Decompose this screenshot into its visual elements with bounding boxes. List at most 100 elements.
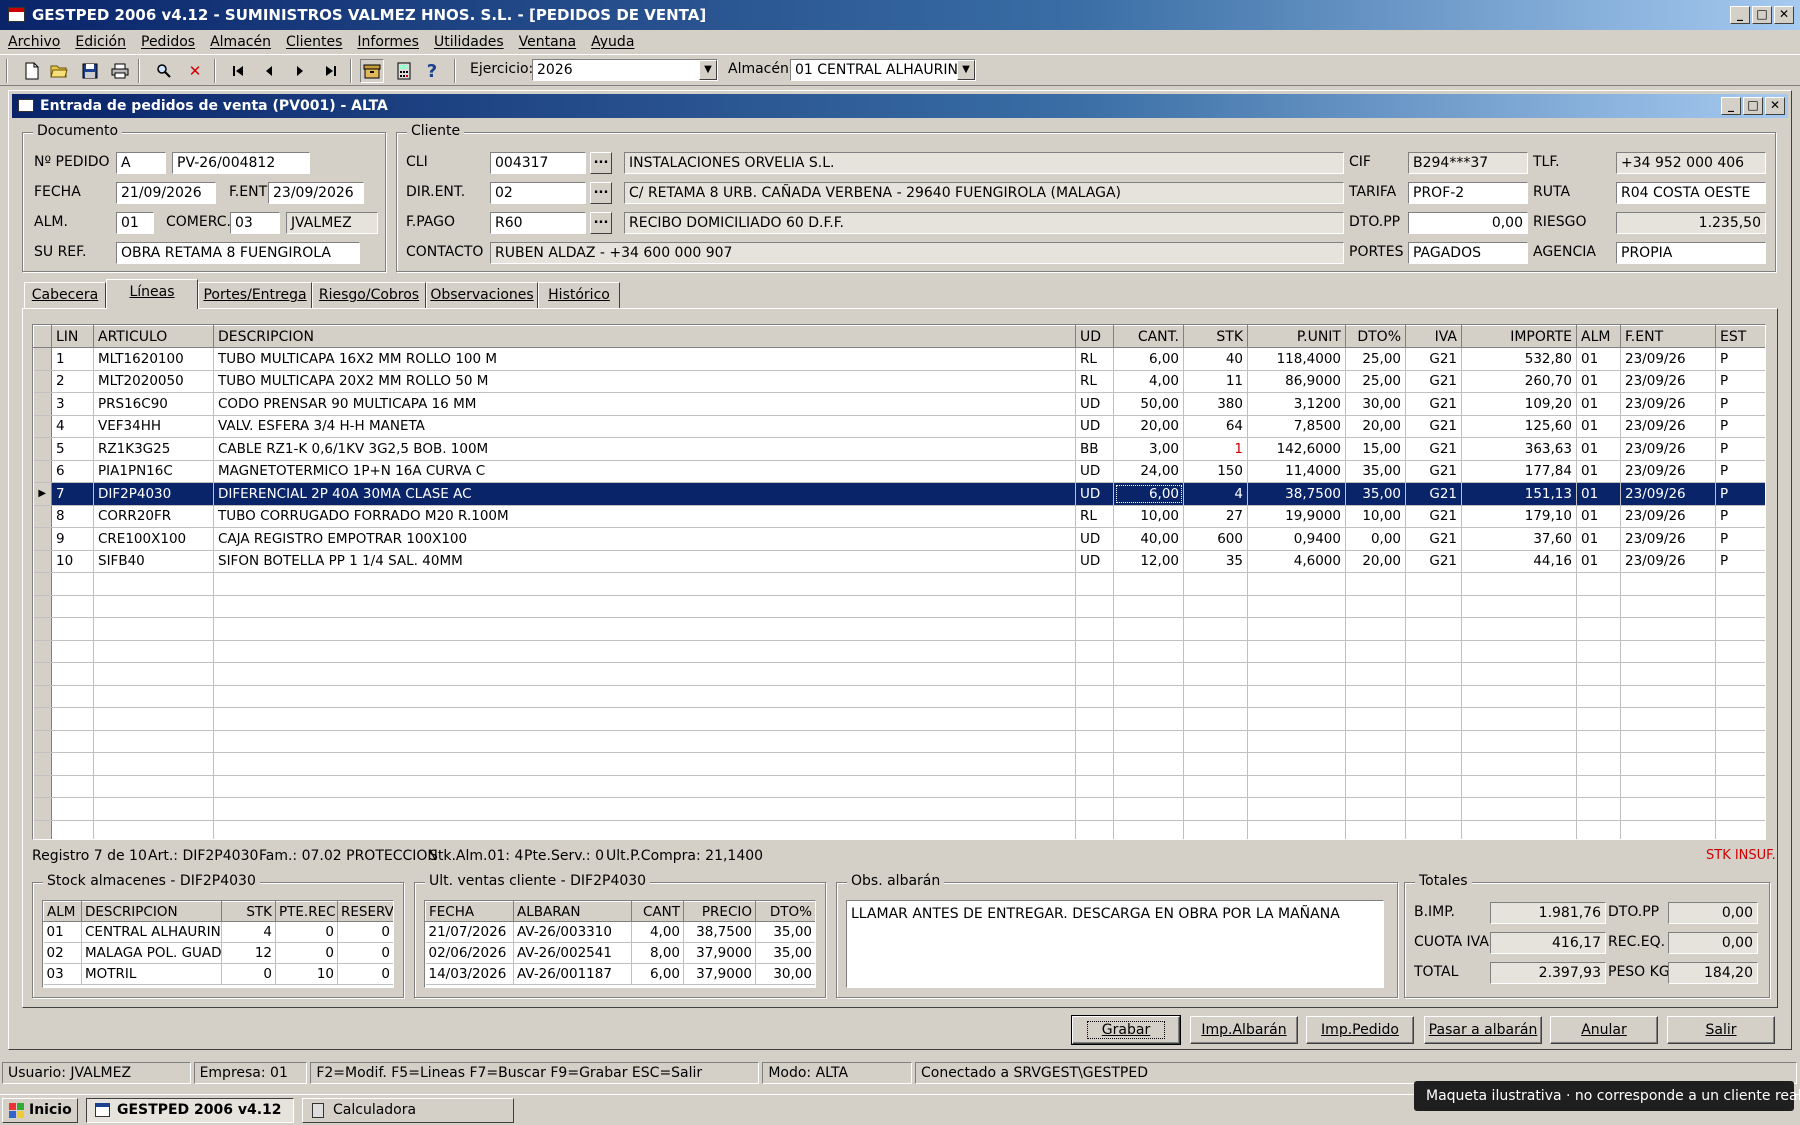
cell-est[interactable]: P [1715, 482, 1765, 506]
cell-iva[interactable]: G21 [1405, 550, 1462, 573]
cell-cant[interactable] [1113, 617, 1184, 641]
cell-importe[interactable] [1461, 775, 1577, 798]
cell-fent[interactable]: 23/09/26 [1620, 392, 1716, 416]
cell-punit[interactable]: 11,4000 [1247, 460, 1346, 483]
cell-articulo[interactable] [93, 595, 214, 618]
cell-descripcion[interactable] [213, 820, 1076, 839]
cell-alm[interactable]: 01 [1576, 550, 1621, 573]
table-row[interactable]: 4 VEF34HH VALV. ESFERA 3/4 H-H MANETA UD 20,… [33, 415, 1765, 438]
cell-alm[interactable]: 01 [1576, 437, 1621, 461]
cell-importe[interactable] [1461, 640, 1577, 663]
cell-dto[interactable]: 30,00 [1345, 392, 1406, 416]
table-row[interactable] [33, 820, 1765, 839]
cell-est[interactable] [1715, 685, 1765, 708]
tab-observaciones[interactable]: Observaciones [426, 282, 538, 308]
cell-fent[interactable]: 23/09/26 [1620, 415, 1716, 438]
cell-dto[interactable]: 0,00 [1345, 527, 1406, 551]
cell-importe[interactable] [1461, 662, 1577, 686]
cell-lin[interactable] [51, 820, 94, 839]
table-row[interactable]: 9 CRE100X100 CAJA REGISTRO EMPOTRAR 100X10… [33, 527, 1765, 551]
cell-importe[interactable]: 109,20 [1461, 392, 1577, 416]
cell-cant[interactable] [1113, 595, 1184, 618]
cell-articulo[interactable]: CORR20FR [93, 505, 214, 528]
cell-ud[interactable]: UD [1075, 527, 1114, 551]
cell-iva[interactable]: G21 [1405, 505, 1462, 528]
cli-field[interactable]: 004317 [490, 152, 586, 174]
header-iva[interactable]: IVA [1405, 325, 1462, 348]
cell-punit[interactable] [1247, 595, 1346, 618]
cell-est[interactable]: P [1715, 392, 1765, 416]
cell-articulo[interactable]: RZ1K3G25 [93, 437, 214, 461]
print-icon[interactable] [108, 59, 132, 83]
cell-descripcion[interactable] [213, 640, 1076, 663]
cell-punit[interactable] [1247, 707, 1346, 731]
cell-alm[interactable] [1576, 730, 1621, 753]
menu-pedidos[interactable]: Pedidos [141, 34, 195, 50]
cell-lin[interactable]: 4 [51, 415, 94, 438]
cell-est[interactable]: P [1715, 527, 1765, 551]
salir-button[interactable]: Salir [1667, 1016, 1775, 1044]
cell-punit[interactable] [1247, 572, 1346, 596]
cell-est[interactable] [1715, 820, 1765, 839]
cli-lookup-button[interactable]: ... [590, 152, 612, 174]
cell-ud[interactable]: UD [1075, 460, 1114, 483]
cell-cant[interactable] [1113, 820, 1184, 839]
cell-importe[interactable]: 179,10 [1461, 505, 1577, 528]
dirent-lookup-button[interactable]: ... [590, 182, 612, 204]
header-alm[interactable]: ALM [1576, 325, 1621, 348]
menu-edicion[interactable]: Edición [75, 34, 126, 50]
cell-descripcion[interactable] [213, 617, 1076, 641]
cell-articulo[interactable]: PRS16C90 [93, 392, 214, 416]
cell-alm[interactable]: 01 [1576, 347, 1621, 371]
cell-importe[interactable]: 44,16 [1461, 550, 1577, 573]
cell-importe[interactable] [1461, 820, 1577, 839]
cell-importe[interactable] [1461, 752, 1577, 776]
imp-pedido-button[interactable]: Imp.Pedido [1306, 1016, 1414, 1044]
cell-fent[interactable] [1620, 820, 1716, 839]
cell-importe[interactable]: 125,60 [1461, 415, 1577, 438]
cell-descripcion[interactable]: CODO PRENSAR 90 MULTICAPA 16 MM [213, 392, 1076, 416]
cell-punit[interactable] [1247, 617, 1346, 641]
cell-lin[interactable] [51, 685, 94, 708]
cell-cant[interactable]: 50,00 [1113, 392, 1184, 416]
cell-articulo[interactable]: VEF34HH [93, 415, 214, 438]
cell-punit[interactable]: 86,9000 [1247, 370, 1346, 393]
cell-descripcion[interactable] [213, 662, 1076, 686]
imp-albaran-button[interactable]: Imp.Albarán [1190, 1016, 1298, 1044]
cell-lin[interactable] [51, 775, 94, 798]
cell-iva[interactable]: G21 [1405, 392, 1462, 416]
cell-ud[interactable]: UD [1075, 415, 1114, 438]
menu-ayuda[interactable]: Ayuda [591, 34, 634, 50]
table-row[interactable]: 1 MLT1620100 TUBO MULTICAPA 16X2 MM ROLLO … [33, 347, 1765, 371]
cell-lin[interactable] [51, 595, 94, 618]
cell-punit[interactable] [1247, 820, 1346, 839]
cell-cant[interactable] [1113, 752, 1184, 776]
cell-descripcion[interactable]: TUBO CORRUGADO FORRADO M20 R.100M [213, 505, 1076, 528]
anular-button[interactable]: Anular [1550, 1016, 1658, 1044]
cell-iva[interactable]: G21 [1405, 347, 1462, 371]
cell-stk[interactable] [1183, 752, 1248, 776]
last-record-icon[interactable] [319, 59, 343, 83]
cell-dto[interactable]: 35,00 [1345, 460, 1406, 483]
cell-importe[interactable]: 363,63 [1461, 437, 1577, 461]
cell-est[interactable]: P [1715, 550, 1765, 573]
cell-stk[interactable]: 64 [1183, 415, 1248, 438]
tab-lineas[interactable]: Líneas [106, 279, 198, 309]
cell-lin[interactable] [51, 797, 94, 821]
cell-punit[interactable] [1247, 797, 1346, 821]
menu-ventana[interactable]: Ventana [519, 34, 577, 50]
menu-almacen[interactable]: Almacén [210, 34, 271, 50]
cell-alm[interactable]: 01 [1576, 392, 1621, 416]
cell-iva[interactable] [1405, 595, 1462, 618]
cell-articulo[interactable] [93, 685, 214, 708]
header-lin[interactable]: LIN [51, 325, 94, 348]
cell-dto[interactable] [1345, 617, 1406, 641]
cell-fent[interactable] [1620, 752, 1716, 776]
cell-descripcion[interactable]: CABLE RZ1-K 0,6/1KV 3G2,5 BOB. 100M [213, 437, 1076, 461]
cell-dto[interactable]: 10,00 [1345, 505, 1406, 528]
tarifa-field[interactable]: PROF-2 [1408, 182, 1528, 204]
ultventas-row[interactable]: 02/06/2026 AV-26/002541 8,00 37,9000 35,00 [425, 942, 815, 964]
cell-punit[interactable] [1247, 775, 1346, 798]
cell-ud[interactable] [1075, 752, 1114, 776]
cell-articulo[interactable]: MLT1620100 [93, 347, 214, 371]
